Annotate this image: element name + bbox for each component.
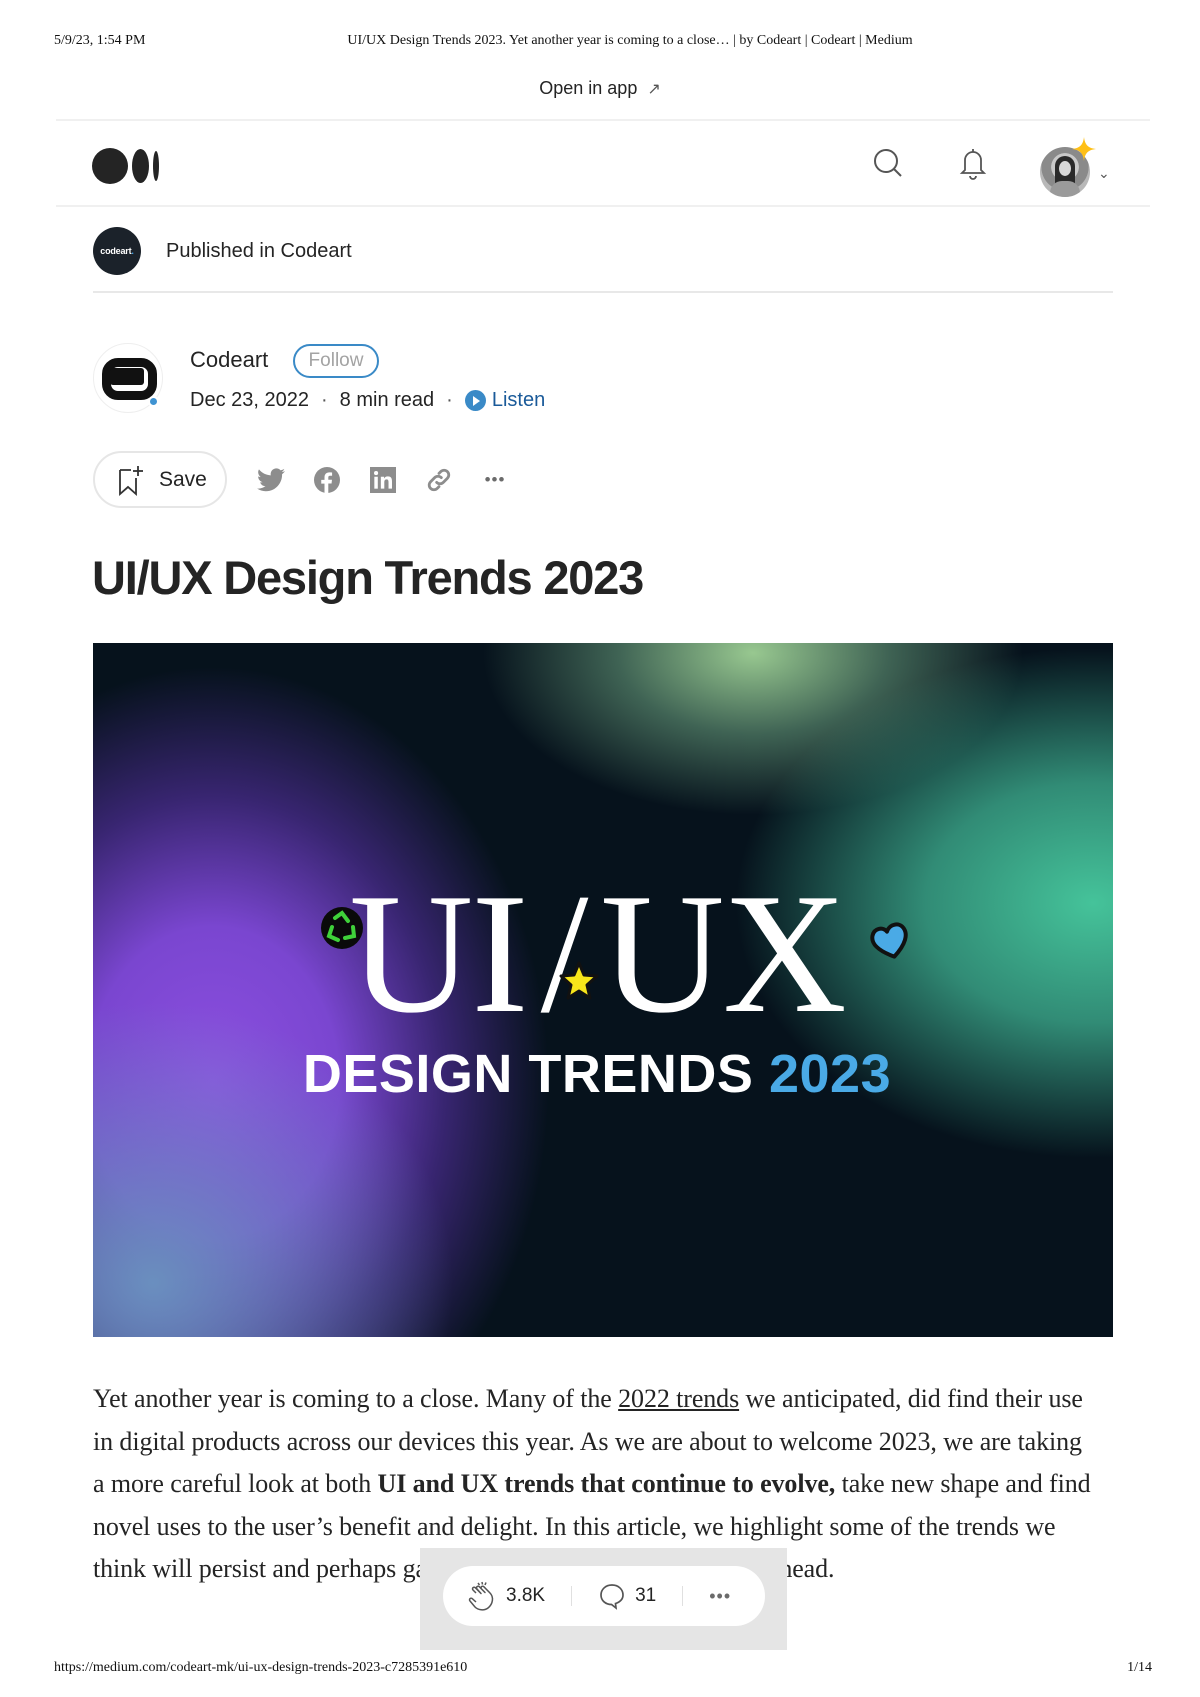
comment-icon (600, 1584, 624, 1610)
floating-action-bar: 3.8K 31 ••• (443, 1566, 765, 1626)
recycle-icon (321, 907, 363, 949)
hero-year: 2023 (768, 1044, 892, 1104)
follow-button[interactable]: Follow (293, 344, 379, 378)
author-block: Codeart Follow Dec 23, 2022 · 8 min read… (93, 340, 693, 420)
star-icon (559, 961, 599, 1000)
copy-link-button[interactable] (424, 465, 454, 495)
search-icon (874, 149, 902, 177)
chevron-down-icon: ⌄ (1098, 165, 1110, 181)
hero-image: UI/UX DESIGN TRENDS 2023 (93, 643, 1113, 1337)
divider (682, 1586, 684, 1606)
bookmark-add-icon (119, 465, 143, 496)
publication-logo[interactable]: codeart. (93, 227, 141, 275)
medium-logo[interactable] (92, 148, 162, 184)
bell-icon (959, 149, 987, 180)
author-name[interactable]: Codeart (190, 347, 268, 373)
sparkle-icon (1072, 137, 1096, 161)
article-actions: Save ••• (93, 451, 693, 511)
search-button[interactable] (868, 143, 908, 183)
play-icon (464, 390, 486, 411)
link-icon (427, 468, 451, 492)
save-label: Save (159, 467, 207, 491)
divider (56, 205, 1150, 207)
hero-design-trends: DESIGN TRENDS (302, 1044, 754, 1104)
print-page-number: 1/14 (1127, 1660, 1152, 1675)
hero-ui: UI (349, 859, 528, 1049)
share-linkedin-button[interactable] (368, 465, 398, 495)
meta-separator: · (320, 389, 328, 411)
response-count: 31 (635, 1585, 657, 1606)
print-header: 5/9/23, 1:54 PM UI/UX Design Trends 2023… (0, 33, 1200, 53)
hero-ux: UX (600, 859, 846, 1049)
arrow-up-right-icon: ↗ (647, 81, 661, 98)
listen-label: Listen (491, 389, 546, 411)
article-meta: Dec 23, 2022 · 8 min read · Listen (190, 389, 545, 412)
published-in-label: Published in Codeart (166, 239, 352, 262)
divider (571, 1586, 573, 1606)
paragraph-bold-text: UI and UX trends that continue to evolve… (377, 1469, 836, 1498)
heart-icon (870, 922, 908, 959)
publication-logo-dot: . (131, 246, 134, 256)
facebook-icon (314, 467, 340, 493)
hero-slash: / (540, 859, 589, 1049)
responses-button[interactable] (598, 1582, 626, 1610)
paragraph-text: Yet another year is coming to a close. M… (93, 1384, 619, 1413)
clap-icon (468, 1581, 494, 1611)
top-navbar: ⌄ (56, 121, 1150, 206)
more-icon: ••• (484, 470, 506, 489)
more-options-button[interactable]: ••• (480, 465, 510, 495)
open-in-app-label: Open in app (539, 78, 638, 98)
share-facebook-button[interactable] (312, 465, 342, 495)
save-button[interactable]: Save (93, 451, 227, 508)
twitter-icon (257, 468, 285, 492)
clap-button[interactable] (467, 1581, 497, 1611)
user-menu[interactable]: ⌄ (1040, 137, 1120, 197)
linkedin-icon (370, 467, 396, 493)
clap-count: 3.8K (506, 1585, 546, 1606)
share-twitter-button[interactable] (256, 465, 286, 495)
publish-date: Dec 23, 2022 (190, 389, 309, 411)
open-in-app-link[interactable]: Open in app ↗ (0, 78, 1200, 99)
hero-subtitle: DESIGN TRENDS 2023 (93, 1043, 1113, 1105)
print-page-title: UI/UX Design Trends 2023. Yet another ye… (347, 33, 913, 48)
publication-row[interactable]: codeart. Published in Codeart (93, 226, 352, 276)
read-time: 8 min read (339, 389, 435, 411)
meta-separator: · (446, 389, 453, 411)
more-icon[interactable]: ••• (709, 1586, 731, 1607)
publication-logo-text: codeart (100, 246, 132, 256)
link-2022-trends[interactable]: 2022 trends (618, 1384, 739, 1413)
divider (93, 291, 1113, 293)
print-url: https://medium.com/codeart-mk/ui-ux-desi… (54, 1660, 468, 1675)
listen-button[interactable]: Listen (464, 389, 546, 412)
article-title: UI/UX Design Trends 2023 (92, 551, 644, 604)
notifications-button[interactable] (953, 143, 993, 183)
author-avatar[interactable] (93, 343, 163, 413)
hero-uiux-text: UI/UX (93, 868, 1113, 1040)
